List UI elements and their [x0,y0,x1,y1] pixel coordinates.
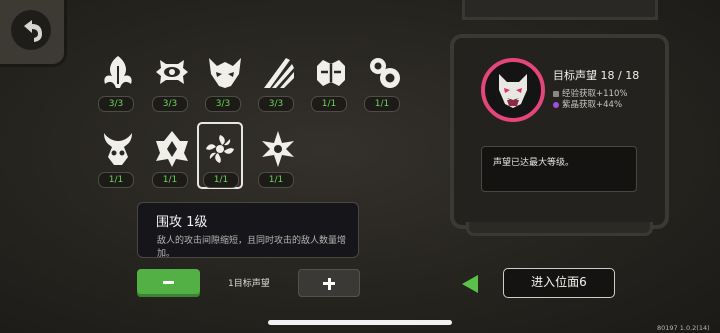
avatar [481,58,545,122]
crest-relic-icon[interactable] [150,127,194,171]
triangle-left-icon[interactable] [462,275,478,293]
relic-count-badge: 3/3 [152,96,188,112]
version-label: 80197 1.0.2(14) [657,324,710,332]
horned-skull-relic-icon[interactable] [96,127,140,171]
back-arrow-icon [11,10,51,50]
panel-mount-top [462,0,658,20]
exp-icon [553,90,559,97]
decrease-button[interactable] [137,269,200,297]
enter-plane-button[interactable]: 进入位面6 [503,268,615,298]
skill-title: 围攻 1级 [156,215,208,230]
relic-count-badge: 1/1 [364,96,400,112]
home-indicator[interactable] [268,320,452,325]
skill-info-panel: 围攻 1级 敌人的攻击间隙缩短，且同时攻击的敌人数量增加。 [137,202,359,259]
reputation-title: 目标声望 18 / 18 [553,69,640,82]
sprout-relic-icon[interactable] [96,50,140,94]
crystal-icon [553,101,559,108]
relic-count-badge: 1/1 [152,172,188,188]
relic-count-badge: 3/3 [258,96,294,112]
reputation-panel [450,34,669,229]
relic-count-badge: 1/1 [258,172,294,188]
relic-count-badge: 1/1 [98,172,134,188]
demon-mask-relic-icon[interactable] [203,50,247,94]
max-level-text: 声望已达最大等级。 [493,158,575,168]
wolf-portrait-icon [499,74,527,108]
relic-count-badge: 1/1 [203,172,239,188]
swirl-relic-icon[interactable] [362,50,406,94]
max-level-box: 声望已达最大等级。 [481,146,637,192]
helmet-relic-icon[interactable] [309,50,353,94]
winged-star-relic-icon[interactable] [256,127,300,171]
back-button[interactable] [0,0,67,67]
cost-label: 1目标声望 [228,279,270,289]
claw-slash-relic-icon[interactable] [256,50,300,94]
relic-count-badge: 3/3 [98,96,134,112]
eye-relic-icon[interactable] [150,50,194,94]
relic-count-badge: 3/3 [205,96,241,112]
panel-mount-bottom [466,222,653,236]
pinwheel-relic-icon[interactable] [198,127,242,171]
relic-count-badge: 1/1 [311,96,347,112]
crystal-bonus: 紫晶获取+44% [553,98,622,110]
skill-description: 敌人的攻击间隙缩短，且同时攻击的敌人数量增加。 [157,236,347,259]
increase-button[interactable] [298,269,360,297]
